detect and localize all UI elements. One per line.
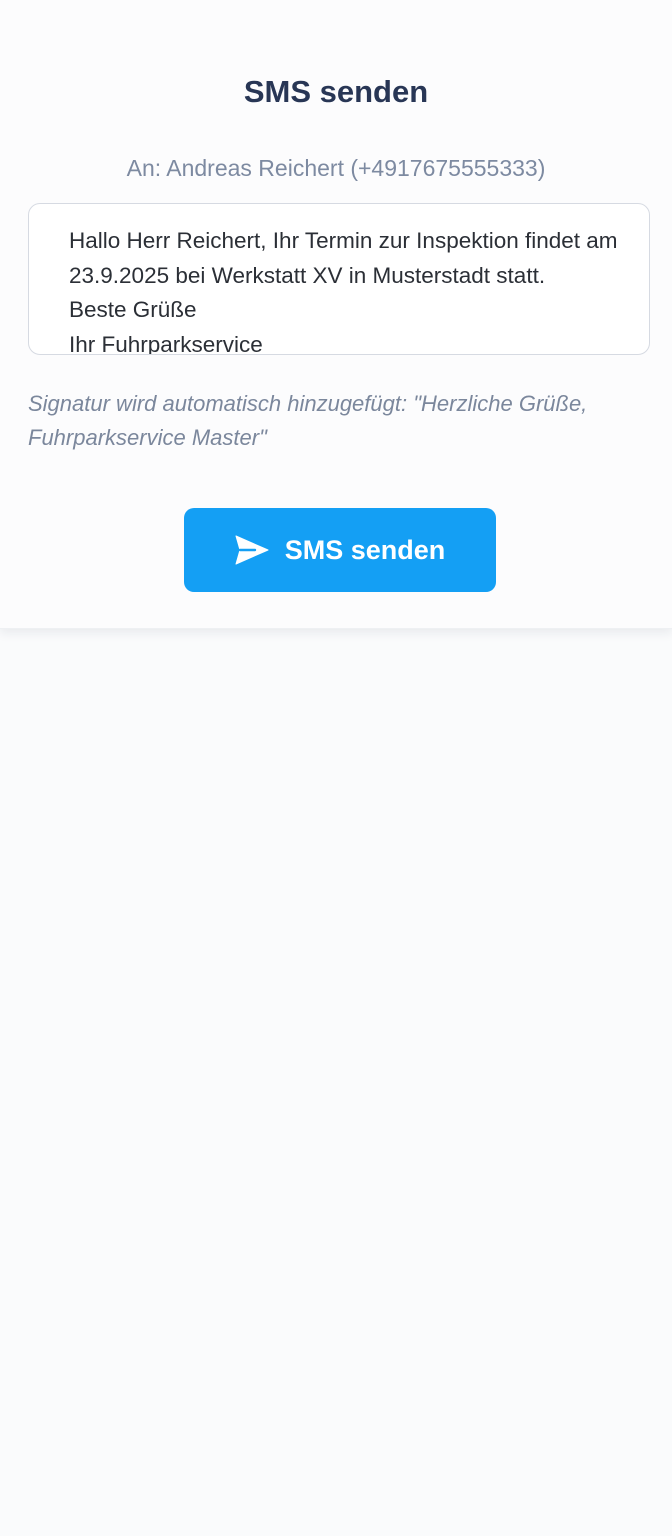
message-textarea[interactable]: Hallo Herr Reichert, Ihr Termin zur Insp…: [28, 203, 650, 355]
signature-note: Signatur wird automatisch hinzugefügt: "…: [28, 391, 588, 450]
send-button-label: SMS senden: [284, 534, 446, 565]
send-sms-button[interactable]: SMS senden: [184, 508, 496, 592]
page-title: SMS senden: [243, 74, 429, 109]
message-text[interactable]: Hallo Herr Reichert, Ihr Termin zur Insp…: [69, 224, 629, 354]
recipient-label: An: Andreas Reichert (+4917675555333): [126, 155, 546, 181]
send-icon: [235, 535, 269, 565]
sms-dialog: SMS senden An: Andreas Reichert (+491767…: [0, 0, 672, 629]
